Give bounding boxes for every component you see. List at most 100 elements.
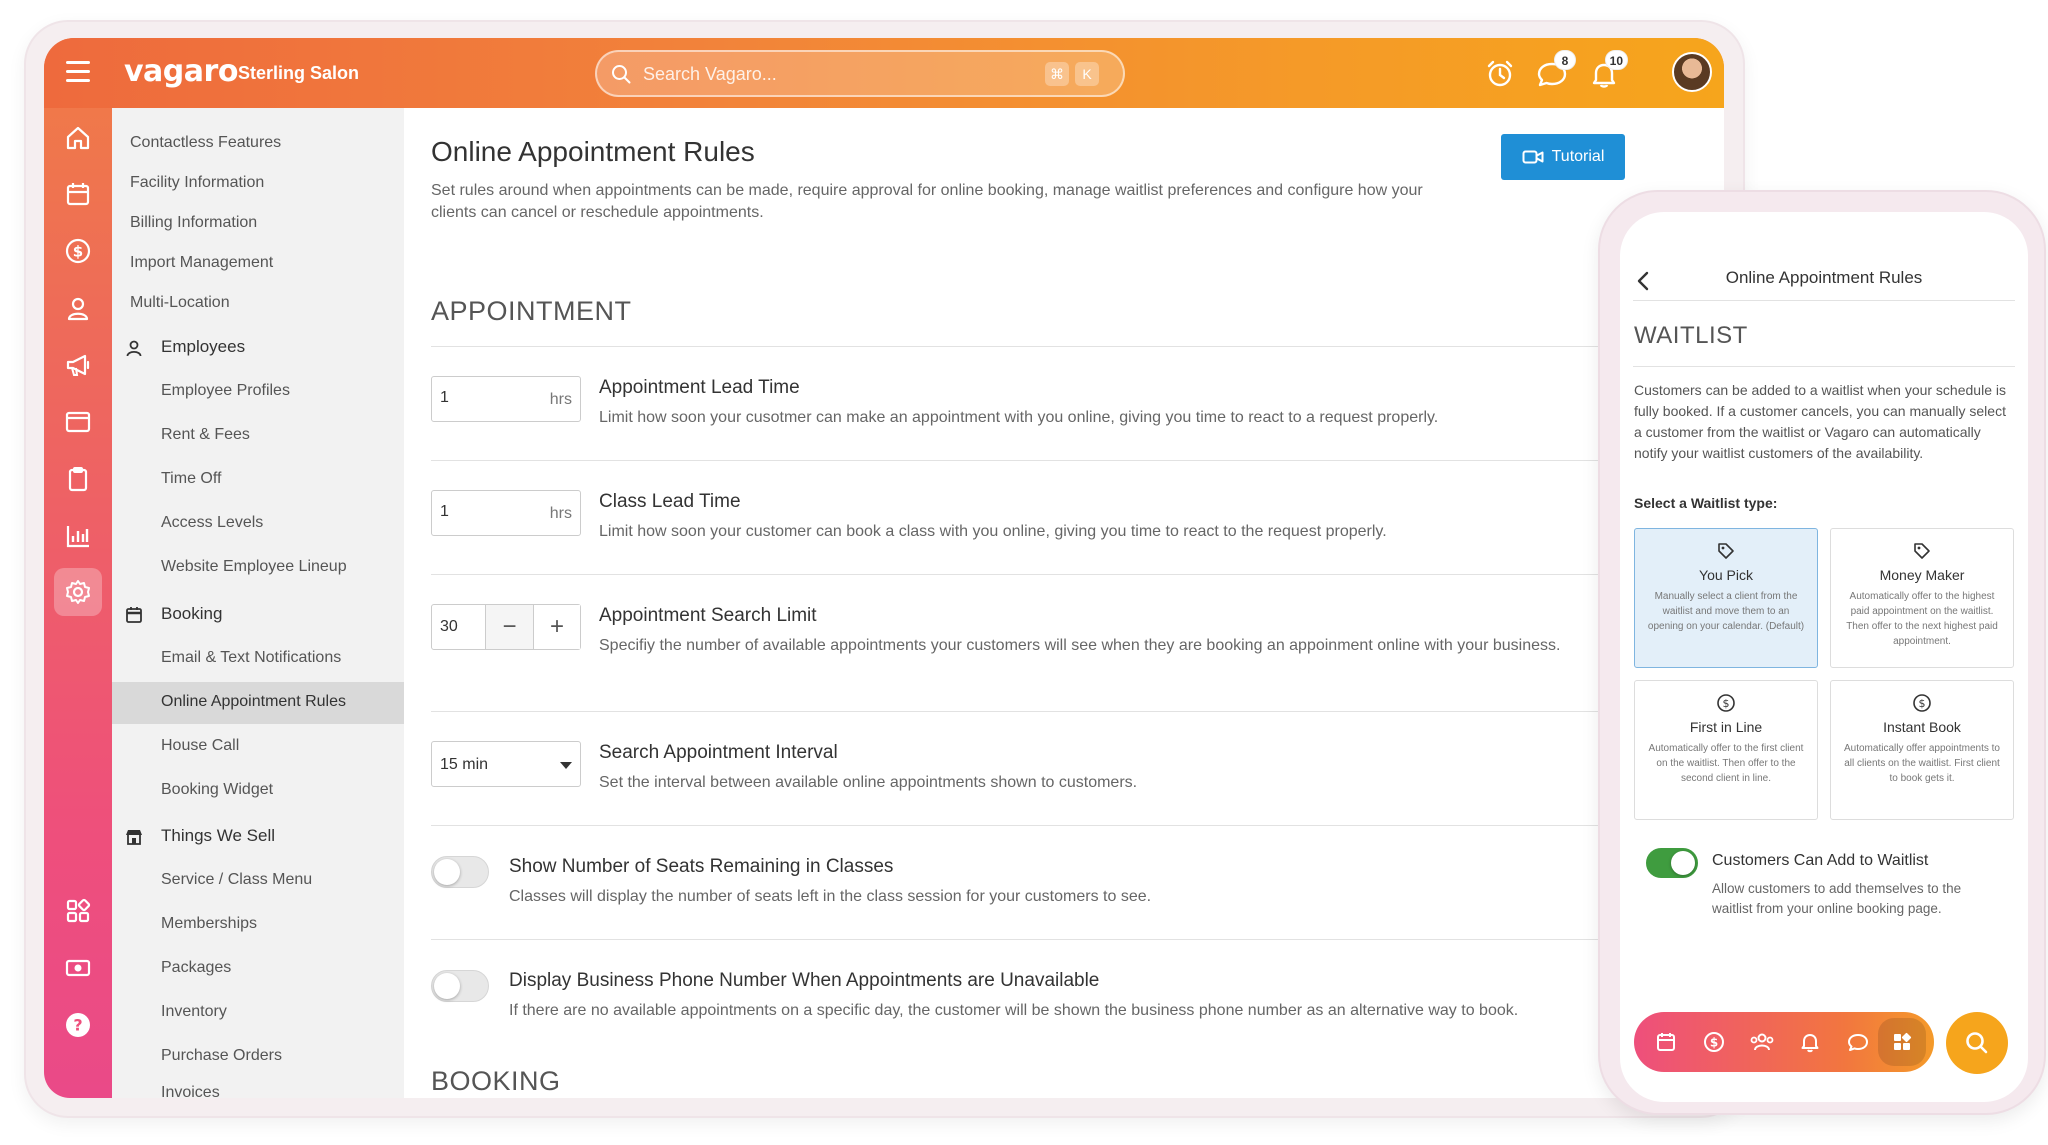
divider bbox=[431, 825, 1625, 826]
nav-item-service-class-menu[interactable]: Service / Class Menu bbox=[112, 871, 404, 889]
clipboard-icon[interactable] bbox=[60, 461, 96, 497]
apps-icon[interactable] bbox=[60, 893, 96, 929]
megaphone-icon[interactable] bbox=[60, 347, 96, 383]
display-phone-toggle[interactable] bbox=[431, 970, 489, 1002]
rule-title: Class Lead Time bbox=[599, 491, 741, 512]
nav-item-access-levels[interactable]: Access Levels bbox=[112, 514, 404, 532]
nav-item-facility-information[interactable]: Facility Information bbox=[112, 174, 404, 192]
global-search[interactable]: ⌘ K bbox=[595, 50, 1125, 97]
divider bbox=[431, 346, 1625, 347]
waitlist-description: Customers can be added to a waitlist whe… bbox=[1634, 382, 2006, 461]
nav-section-label: Employees bbox=[161, 337, 246, 356]
waitlist-option-you-pick[interactable]: You Pick Manually select a client from t… bbox=[1634, 528, 1818, 668]
divider bbox=[1633, 366, 2015, 367]
nav-item-import-management[interactable]: Import Management bbox=[112, 254, 404, 272]
stepper-value[interactable]: 30 bbox=[432, 605, 486, 649]
phone-screen: Online Appointment Rules WAITLIST Custom… bbox=[1620, 212, 2028, 1102]
class-lead-time-field[interactable]: hrs bbox=[431, 490, 581, 536]
phone-search-button[interactable] bbox=[1946, 1012, 2008, 1074]
nav-item-memberships[interactable]: Memberships bbox=[112, 915, 404, 933]
rule-description: If there are no available appointments o… bbox=[509, 1002, 1519, 1019]
add-to-waitlist-toggle[interactable] bbox=[1646, 848, 1698, 878]
calendar-icon[interactable] bbox=[1650, 1026, 1682, 1058]
menu-icon[interactable] bbox=[66, 61, 90, 83]
user-icon bbox=[126, 340, 142, 357]
rule-title: Show Number of Seats Remaining in Classe… bbox=[509, 856, 894, 877]
gear-icon[interactable] bbox=[54, 568, 102, 616]
appointment-lead-time-field[interactable]: hrs bbox=[431, 376, 581, 422]
cash-icon[interactable] bbox=[60, 950, 96, 986]
dollar-circle-icon: $ bbox=[1913, 694, 1931, 712]
salon-name[interactable]: Sterling Salon bbox=[238, 63, 359, 84]
nav-item-inventory[interactable]: Inventory bbox=[112, 1003, 404, 1021]
waitlist-option-first-in-line[interactable]: $ First in Line Automatically offer to t… bbox=[1634, 680, 1818, 820]
calendar-icon bbox=[126, 607, 142, 623]
rule-description: Set the interval between available onlin… bbox=[599, 774, 1138, 791]
dollar-icon[interactable]: $ bbox=[1698, 1026, 1730, 1058]
option-name: Instant Book bbox=[1883, 719, 1961, 735]
dollar-icon[interactable]: $ bbox=[60, 233, 96, 269]
alarm-clock-icon[interactable] bbox=[1484, 58, 1516, 90]
user-icon[interactable] bbox=[60, 290, 96, 326]
nav-item-employee-profiles[interactable]: Employee Profiles bbox=[112, 382, 404, 400]
toggle-title: Customers Can Add to Waitlist bbox=[1712, 852, 1929, 869]
tutorial-button[interactable]: Tutorial bbox=[1501, 134, 1625, 180]
user-avatar[interactable] bbox=[1672, 52, 1712, 92]
search-limit-stepper[interactable]: 30 − + bbox=[431, 604, 581, 650]
nav-item-packages[interactable]: Packages bbox=[112, 959, 404, 977]
divider bbox=[1633, 300, 2015, 301]
page-description: Set rules around when appointments can b… bbox=[431, 182, 1423, 221]
waitlist-option-instant-book[interactable]: $ Instant Book Automatically offer appoi… bbox=[1830, 680, 2014, 820]
messages-badge: 8 bbox=[1554, 50, 1576, 70]
nav-section-booking[interactable]: Booking bbox=[112, 604, 404, 624]
nav-item-email-text-notifications[interactable]: Email & Text Notifications bbox=[112, 649, 404, 667]
vagaro-logo[interactable]: vagaro bbox=[124, 54, 238, 89]
waitlist-type-label: Select a Waitlist type: bbox=[1634, 495, 1778, 511]
divider bbox=[431, 711, 1625, 712]
appointment-lead-time-input[interactable] bbox=[440, 389, 520, 407]
nav-item-invoices[interactable]: Invoices bbox=[112, 1084, 404, 1098]
apps-icon[interactable] bbox=[1878, 1018, 1926, 1066]
waitlist-option-money-maker[interactable]: Money Maker Automatically offer to the h… bbox=[1830, 528, 2014, 668]
show-seats-toggle[interactable] bbox=[431, 856, 489, 888]
nav-item-booking-widget[interactable]: Booking Widget bbox=[112, 781, 404, 799]
nav-item-multi-location[interactable]: Multi-Location bbox=[112, 294, 404, 312]
decrement-button[interactable]: − bbox=[486, 605, 533, 649]
option-description: Manually select a client from the waitli… bbox=[1647, 591, 1805, 632]
nav-item-time-off[interactable]: Time Off bbox=[112, 470, 404, 488]
nav-item-contactless-features[interactable]: Contactless Features bbox=[112, 134, 404, 152]
nav-item-purchase-orders[interactable]: Purchase Orders bbox=[112, 1047, 404, 1065]
search-icon bbox=[612, 65, 631, 84]
search-input[interactable] bbox=[643, 62, 1023, 86]
calendar-icon[interactable] bbox=[60, 176, 96, 212]
messages-icon[interactable]: 8 bbox=[1536, 50, 1576, 90]
nav-item-rent-fees[interactable]: Rent & Fees bbox=[112, 426, 404, 444]
nav-item-website-employee-lineup[interactable]: Website Employee Lineup bbox=[112, 558, 404, 576]
rule-title: Display Business Phone Number When Appoi… bbox=[509, 970, 1100, 991]
home-icon[interactable] bbox=[60, 120, 96, 156]
shortcut-k-key: K bbox=[1075, 62, 1099, 86]
bell-icon[interactable]: 10 bbox=[1588, 50, 1628, 90]
rule-description: Limit how soon your customer can book a … bbox=[599, 523, 1387, 540]
nav-item-online-appointment-rules[interactable]: Online Appointment Rules bbox=[112, 682, 404, 724]
search-interval-select[interactable]: 15 min bbox=[431, 741, 581, 787]
option-name: Money Maker bbox=[1879, 567, 1965, 583]
nav-item-billing-information[interactable]: Billing Information bbox=[112, 214, 404, 232]
divider bbox=[431, 939, 1625, 940]
help-icon[interactable]: ? bbox=[60, 1007, 96, 1043]
chart-icon[interactable] bbox=[60, 518, 96, 554]
option-description: Automatically offer to the highest paid … bbox=[1846, 591, 1998, 647]
nav-section-things-we-sell[interactable]: Things We Sell bbox=[112, 826, 404, 846]
increment-button[interactable]: + bbox=[533, 605, 580, 649]
browser-icon[interactable] bbox=[60, 404, 96, 440]
bell-icon[interactable] bbox=[1794, 1026, 1826, 1058]
page-title: Online Appointment Rules bbox=[431, 136, 755, 167]
nav-section-employees[interactable]: Employees bbox=[112, 337, 404, 357]
top-bar: vagaro Sterling Salon ⌘ K 8 10 bbox=[44, 38, 1724, 108]
class-lead-time-input[interactable] bbox=[440, 503, 520, 521]
unit-label: hrs bbox=[549, 505, 572, 522]
nav-item-house-call[interactable]: House Call bbox=[112, 737, 404, 755]
users-icon[interactable] bbox=[1746, 1026, 1778, 1058]
chat-icon[interactable] bbox=[1842, 1026, 1874, 1058]
svg-text:$: $ bbox=[1710, 1036, 1718, 1050]
